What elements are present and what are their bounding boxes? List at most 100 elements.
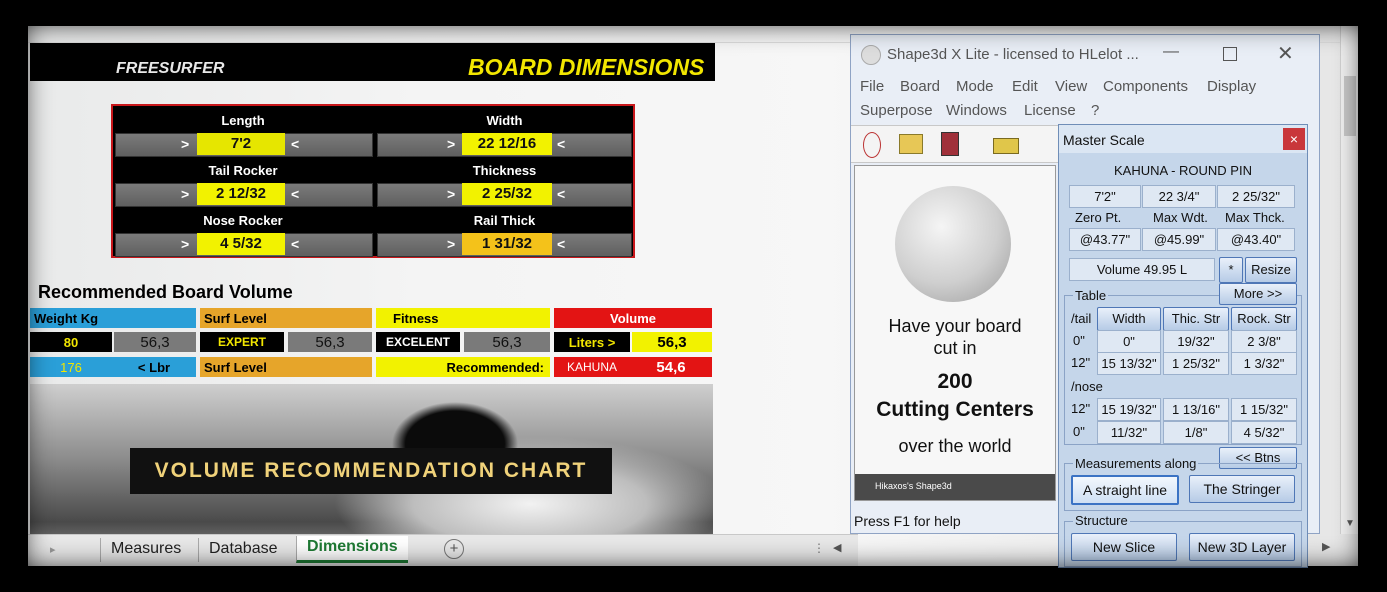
board-icon[interactable] [863,132,881,158]
table-cell[interactable]: 4 5/32" [1231,421,1297,444]
ad-line-1: Have your board [888,316,1022,336]
max-wdt-label: Max Wdt. [1153,210,1208,225]
scrollbar-thumb[interactable] [1344,76,1356,136]
menu-license[interactable]: License [1024,102,1076,119]
volume-section-title: Recommended Board Volume [38,282,293,302]
measurements-label: Measurements along [1073,456,1199,471]
fitness-input[interactable]: EXCELENT [376,332,460,352]
tab-dimensions[interactable]: Dimensions [296,536,408,563]
weight-input[interactable]: 80 [30,332,112,352]
col-thic-str-button[interactable]: Thic. Str [1163,307,1229,331]
new-3d-layer-button[interactable]: New 3D Layer [1189,533,1295,561]
tab-measures[interactable]: Measures [100,538,191,562]
status-bar: Press F1 for help [854,513,961,529]
table-cell[interactable]: 15 19/32" [1097,398,1161,421]
nose-row-pos: 0" [1073,424,1085,439]
scroll-down-icon[interactable]: ▼ [1345,518,1355,529]
menu-windows[interactable]: Windows [946,102,1007,119]
arrow-left: < [291,186,300,202]
dim-value-length[interactable]: 7'2 [197,133,285,155]
max-thck-label: Max Thck. [1225,210,1285,225]
tab-database[interactable]: Database [198,538,288,562]
straight-line-button[interactable]: A straight line [1071,475,1179,505]
surf-level-input[interactable]: EXPERT [200,332,284,352]
sheet-tab-bar: ▸ Measures Database Dimensions + ⋮ ◀ [28,534,858,566]
ad-line-2: cut in [933,338,977,358]
volume-chart-banner[interactable]: VOLUME RECOMMENDATION CHART [130,448,612,494]
menu-components[interactable]: Components [1103,78,1188,95]
table-cell[interactable]: 1 3/32" [1231,352,1297,375]
table-cell[interactable]: 19/32" [1163,330,1229,353]
max-wdt-value: @45.99" [1142,228,1216,251]
more-button[interactable]: More >> [1219,283,1297,305]
col-rock-str-button[interactable]: Rock. Str [1231,307,1297,331]
arrow-right: > [181,136,190,152]
dim-value-nose-rocker[interactable]: 4 5/32 [197,233,285,255]
close-icon[interactable]: ✕ [1277,41,1294,66]
dim-label-nose-rocker: Nose Rocker [203,213,283,228]
model-name: KAHUNA - ROUND PIN [1114,163,1252,178]
menu-edit[interactable]: Edit [1012,78,1038,95]
table-cell[interactable]: 2 3/8" [1231,330,1297,353]
table-cell[interactable]: 1 13/16" [1163,398,1229,421]
window-title: Shape3d X Lite - licensed to HLelot ... [887,46,1139,63]
dim-label-length: Length [221,113,265,128]
dim-label-width: Width [486,113,523,128]
recommended-label: Recommended: [376,357,550,377]
add-sheet-icon[interactable]: + [444,539,464,559]
col-width-button[interactable]: Width [1097,307,1161,331]
dim-value-width[interactable]: 22 12/16 [462,133,552,155]
arrow-right: > [447,136,456,152]
model-volume: 54,6 [630,357,712,377]
video-caption: Hikaxos's Shape3d [875,481,952,491]
ad-line-5: over the world [898,436,1012,456]
dim-value-thickness[interactable]: 2 25/32 [462,183,552,205]
menu-mode[interactable]: Mode [956,78,994,95]
folder-icon[interactable] [899,134,923,154]
menu-display[interactable]: Display [1207,78,1256,95]
fitness-calc: 56,3 [464,332,550,352]
header-left-title: FREESURFER [116,60,225,77]
scroll-right-icon[interactable]: ▶ [1322,540,1330,553]
header-board-dimensions: BOARD DIMENSIONS [468,54,705,80]
tab-scroll-icon[interactable]: ▸ [50,543,56,556]
menu-view[interactable]: View [1055,78,1087,95]
table-cell[interactable]: 0" [1097,330,1161,353]
menu-file[interactable]: File [860,78,884,95]
volume-readout: Volume 49.95 L [1069,258,1215,281]
video-bar[interactable]: Hikaxos's Shape3d [855,474,1055,500]
minimize-icon[interactable]: — [1163,43,1179,61]
new-slice-button[interactable]: New Slice [1071,533,1177,561]
volume-label: Volume [554,308,712,328]
arrow-right: > [447,186,456,202]
table-cell[interactable]: 15 13/32" [1097,352,1161,375]
master-scale-close-icon[interactable]: × [1283,128,1305,150]
dim-width: 22 3/4" [1142,185,1216,208]
dim-value-tail-rocker[interactable]: 2 12/32 [197,183,285,205]
menu-board[interactable]: Board [900,78,940,95]
zero-pt-value: @43.77" [1069,228,1141,251]
tail-label: /tail [1071,311,1092,326]
menu-help[interactable]: ? [1091,102,1099,119]
maximize-icon[interactable] [1223,47,1237,61]
table-cell[interactable]: 11/32" [1097,421,1161,444]
menu-superpose[interactable]: Superpose [860,102,933,119]
stringer-button[interactable]: The Stringer [1189,475,1295,503]
table-cell[interactable]: 1 15/32" [1231,398,1297,421]
ad-panel[interactable]: Have your board cut in 200 Cutting Cente… [854,165,1056,501]
vertical-scrollbar[interactable]: ▼ [1340,26,1358,534]
dim-value-rail-thick[interactable]: 1 31/32 [462,233,552,255]
liters-value: 56,3 [632,332,712,352]
table-cell[interactable]: 1/8" [1163,421,1229,444]
table-label: Table [1073,288,1109,303]
logo-icon [895,186,1011,302]
more-icon[interactable]: ⋮ [813,541,825,555]
book-icon[interactable] [941,132,959,156]
weight-label: Weight Kg [30,308,196,328]
scroll-left-icon[interactable]: ◀ [833,541,841,554]
table-cell[interactable]: 1 25/32" [1163,352,1229,375]
ruler-icon[interactable] [993,138,1019,154]
arrow-right: > [447,236,456,252]
star-button[interactable]: * [1219,257,1243,283]
resize-button[interactable]: Resize [1245,257,1297,283]
